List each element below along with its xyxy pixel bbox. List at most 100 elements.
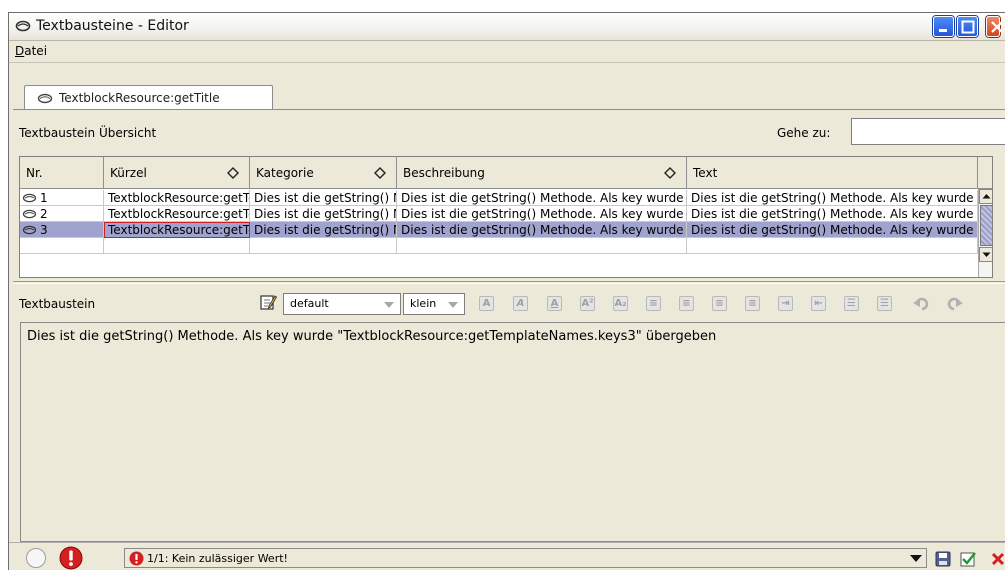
superscript-icon: A² (581, 298, 594, 309)
align-right-icon: ≡ (715, 298, 724, 309)
cell-nr: 2 (20, 206, 104, 222)
align-right-button[interactable]: ≡ (712, 296, 727, 311)
cell-text: Dies ist die getString() Methode. Als ke… (687, 206, 978, 222)
sort-diamond-icon (664, 167, 676, 179)
chain-icon (22, 209, 37, 219)
outdent-button[interactable]: ⇤ (811, 296, 826, 311)
underline-icon: A (550, 298, 559, 309)
textblock-editor[interactable]: Dies ist die getString() Methode. Als ke… (20, 322, 1005, 542)
outdent-icon: ⇤ (814, 298, 823, 309)
check-icon[interactable] (960, 551, 976, 567)
editor-toolbar: Textbaustein default klein A A A A² A₂ ≡… (13, 285, 1005, 321)
editor-heading: Textbaustein (19, 297, 96, 311)
align-center-button[interactable]: ≡ (679, 296, 694, 311)
save-icon[interactable] (935, 551, 951, 567)
scroll-up-button[interactable] (979, 189, 992, 204)
cell-text: Dies ist die getString() Methode. Als ke… (687, 222, 978, 238)
goto-input[interactable] (851, 118, 1005, 145)
cancel-icon[interactable] (990, 551, 1005, 567)
bold-button[interactable]: A (479, 296, 494, 311)
table-row-empty (20, 238, 992, 254)
cell-nr: 1 (20, 190, 104, 206)
table-row[interactable]: 1 TextblockResource:getTemplateNames.key… (20, 190, 992, 206)
chevron-down-icon (448, 302, 458, 308)
justify-icon: ≡ (748, 298, 757, 309)
cell-beschreibung: Dies ist die getString() Methode. Als ke… (397, 222, 687, 238)
close-icon (991, 21, 1003, 33)
cell-kategorie: Dies ist die getString() Methode (250, 206, 397, 222)
cell-kuerzel: TextblockResource:getTemplateNames.keys1 (104, 190, 250, 206)
cell-beschreibung: Dies ist die getString() Methode. Als ke… (397, 190, 687, 206)
status-message: 1/1: Kein zulässiger Wert! (147, 552, 288, 565)
chain-icon (37, 93, 53, 104)
align-left-button[interactable]: ≡ (646, 296, 661, 311)
italic-icon: A (516, 298, 525, 309)
chevron-down-icon[interactable] (910, 555, 922, 562)
error-icon (59, 546, 83, 570)
goto-label: Gehe zu: (777, 126, 831, 140)
status-message-field[interactable]: 1/1: Kein zulässiger Wert! (124, 548, 927, 568)
cell-text: Dies ist die getString() Methode. Als ke… (687, 190, 978, 206)
table-header: Nr. Kürzel Kategorie Beschreibung Text (20, 157, 992, 189)
size-select[interactable]: klein (403, 293, 465, 315)
tab-textblock-resource[interactable]: TextblockResource:getTitle (24, 85, 273, 110)
cell-kategorie: Dies ist die getString() Methode (250, 190, 397, 206)
cell-beschreibung: Dies ist die getString() Methode. Als ke… (397, 206, 687, 222)
column-header-text[interactable]: Text (687, 157, 978, 189)
bold-icon: A (482, 298, 491, 309)
numbered-list-icon: ☰ (880, 298, 889, 309)
error-icon (129, 551, 144, 566)
column-header-kuerzel[interactable]: Kürzel (104, 157, 250, 189)
undo-icon[interactable] (913, 296, 929, 312)
numbered-list-button[interactable]: ☰ (877, 296, 892, 311)
arrow-up-icon (982, 194, 991, 199)
subscript-button[interactable]: A₂ (613, 296, 628, 311)
tab-label: TextblockResource:getTitle (59, 91, 220, 105)
cell-kuerzel-focused[interactable]: TextblockResource:getTemplateNames.keys3 (104, 222, 250, 238)
scroll-down-button[interactable] (979, 247, 992, 262)
menu-bar: Datei (9, 41, 1005, 63)
maximize-button[interactable] (957, 16, 978, 37)
indent-button[interactable]: ⇥ (778, 296, 793, 311)
sort-diamond-icon (227, 167, 239, 179)
table-scrollbar[interactable] (978, 189, 992, 277)
superscript-button[interactable]: A² (580, 296, 595, 311)
chain-icon (15, 20, 31, 32)
arrow-down-icon (982, 252, 991, 257)
align-center-icon: ≡ (682, 298, 691, 309)
table-row-selected[interactable]: 3 TextblockResource:getTemplateNames.key… (20, 222, 992, 238)
chain-icon (22, 193, 37, 203)
subscript-icon: A₂ (614, 298, 627, 309)
align-left-icon: ≡ (649, 298, 658, 309)
editor-window: Textbausteine - Editor Datei TextblockRe… (8, 12, 1005, 570)
textblock-table: Nr. Kürzel Kategorie Beschreibung Text 1… (19, 156, 993, 278)
scroll-thumb[interactable] (980, 205, 992, 246)
underline-button[interactable]: A (547, 296, 562, 311)
chevron-down-icon (384, 302, 394, 308)
column-header-beschreibung[interactable]: Beschreibung (397, 157, 687, 189)
cell-nr: 3 (20, 222, 104, 238)
menu-datei[interactable]: Datei (15, 44, 47, 58)
column-header-nr[interactable]: Nr. (20, 157, 104, 189)
cell-kuerzel: TextblockResource:getTemplateNames.keys2 (104, 206, 250, 222)
bullet-list-icon: ☰ (847, 298, 856, 309)
style-select[interactable]: default (283, 293, 401, 315)
split-divider[interactable] (13, 281, 1005, 284)
close-button[interactable] (986, 16, 1003, 37)
minimize-button[interactable] (933, 16, 954, 37)
indent-icon: ⇥ (781, 298, 790, 309)
chain-icon (22, 225, 37, 235)
status-bar: 1/1: Kein zulässiger Wert! (9, 542, 1005, 570)
bullet-list-button[interactable]: ☰ (844, 296, 859, 311)
sort-diamond-icon (374, 167, 386, 179)
table-row[interactable]: 2 TextblockResource:getTemplateNames.key… (20, 206, 992, 222)
justify-button[interactable]: ≡ (745, 296, 760, 311)
column-header-kategorie[interactable]: Kategorie (250, 157, 397, 189)
title-bar[interactable]: Textbausteine - Editor (9, 13, 1005, 41)
window-title: Textbausteine - Editor (36, 18, 189, 34)
redo-icon[interactable] (947, 296, 963, 312)
italic-button[interactable]: A (513, 296, 528, 311)
overview-heading: Textbaustein Übersicht (19, 126, 157, 140)
note-pencil-icon[interactable] (259, 293, 277, 311)
cell-kategorie: Dies ist die getString() Methode (250, 222, 397, 238)
